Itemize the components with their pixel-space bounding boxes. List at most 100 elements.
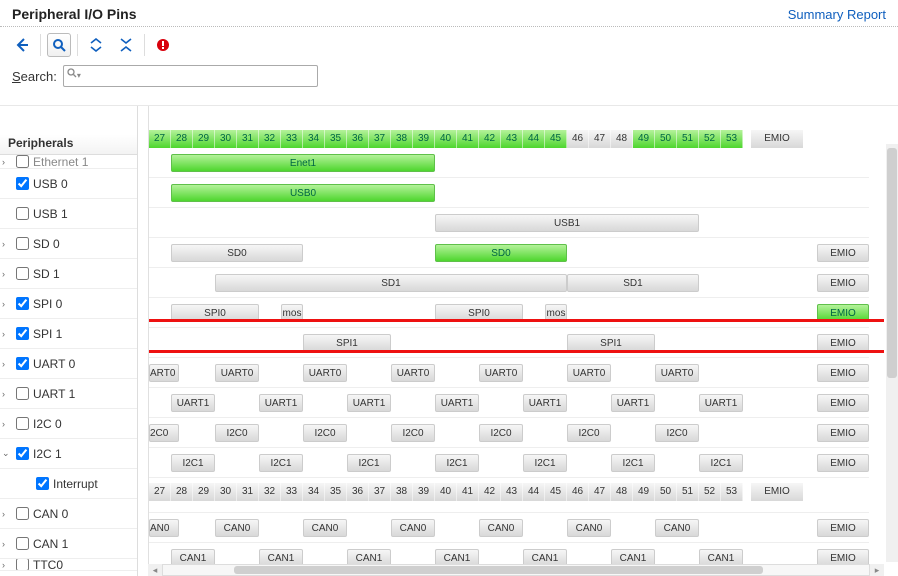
chevron-icon[interactable]: ›	[2, 269, 12, 279]
peripheral-checkbox[interactable]	[16, 177, 29, 190]
cell-uart0[interactable]: UART0	[479, 364, 523, 382]
pin-header-44[interactable]: 44	[523, 130, 545, 148]
peripheral-checkbox[interactable]	[36, 477, 49, 490]
cell-i2c1[interactable]: I2C1	[435, 454, 479, 472]
cell-emio[interactable]: EMIO	[817, 274, 869, 292]
pin-header-30[interactable]: 30	[215, 130, 237, 148]
pin-mid-30[interactable]: 30	[215, 483, 237, 501]
cell-i2c0[interactable]: I2C0	[215, 424, 259, 442]
chevron-icon[interactable]: ›	[2, 239, 12, 249]
cell-can0[interactable]: CAN0	[215, 519, 259, 537]
cell-i2c0[interactable]: I2C0	[391, 424, 435, 442]
cell-i2c1[interactable]: I2C1	[259, 454, 303, 472]
pin-mid-40[interactable]: 40	[435, 483, 457, 501]
cell-sd0[interactable]: SD0	[435, 244, 567, 262]
pin-header-51[interactable]: 51	[677, 130, 699, 148]
pin-mid-29[interactable]: 29	[193, 483, 215, 501]
cell-i2c1[interactable]: I2C1	[523, 454, 567, 472]
peripheral-checkbox[interactable]	[16, 387, 29, 400]
chevron-icon[interactable]: ›	[2, 359, 12, 369]
pin-mid-43[interactable]: 43	[501, 483, 523, 501]
pin-header-40[interactable]: 40	[435, 130, 457, 148]
pin-header-43[interactable]: 43	[501, 130, 523, 148]
pin-header-50[interactable]: 50	[655, 130, 677, 148]
pin-mid-33[interactable]: 33	[281, 483, 303, 501]
chevron-icon[interactable]: ›	[2, 560, 12, 570]
pin-header-49[interactable]: 49	[633, 130, 655, 148]
cell-uart1[interactable]: UART1	[435, 394, 479, 412]
cell-can0[interactable]: CAN0	[655, 519, 699, 537]
cell-usb0[interactable]: USB0	[171, 184, 435, 202]
chevron-icon[interactable]: ›	[2, 389, 12, 399]
cell-i2c1[interactable]: I2C1	[611, 454, 655, 472]
pin-header-31[interactable]: 31	[237, 130, 259, 148]
pin-header-28[interactable]: 28	[171, 130, 193, 148]
cell-uart0[interactable]: UART0	[567, 364, 611, 382]
pin-header-35[interactable]: 35	[325, 130, 347, 148]
cell-art0[interactable]: ART0	[149, 364, 179, 382]
sidebar-item-can-1[interactable]: ›CAN 1	[0, 529, 137, 559]
cell-spi1[interactable]: SPI1	[567, 334, 655, 352]
chevron-icon[interactable]: ›	[2, 509, 12, 519]
pin-mid-38[interactable]: 38	[391, 483, 413, 501]
pin-header-29[interactable]: 29	[193, 130, 215, 148]
collapse-all-button[interactable]	[84, 33, 108, 57]
pin-header-45[interactable]: 45	[545, 130, 567, 148]
chevron-icon[interactable]: ›	[2, 419, 12, 429]
error-icon[interactable]	[151, 33, 175, 57]
cell-uart1[interactable]: UART1	[171, 394, 215, 412]
cell-spi0[interactable]: SPI0	[435, 304, 523, 322]
pin-mid-35[interactable]: 35	[325, 483, 347, 501]
pin-mid-36[interactable]: 36	[347, 483, 369, 501]
cell-uart0[interactable]: UART0	[215, 364, 259, 382]
pin-header-37[interactable]: 37	[369, 130, 391, 148]
peripheral-checkbox[interactable]	[16, 447, 29, 460]
cell-i2c1[interactable]: I2C1	[699, 454, 743, 472]
expand-all-button[interactable]	[114, 33, 138, 57]
pin-header-47[interactable]: 47	[589, 130, 611, 148]
pin-mid-31[interactable]: 31	[237, 483, 259, 501]
cell-sd0[interactable]: SD0	[171, 244, 303, 262]
pin-header-42[interactable]: 42	[479, 130, 501, 148]
cell-emio[interactable]: EMIO	[817, 394, 869, 412]
sidebar-item-can-0[interactable]: ›CAN 0	[0, 499, 137, 529]
pin-mid-39[interactable]: 39	[413, 483, 435, 501]
sidebar-item-ttc0[interactable]: ›TTC0	[0, 559, 137, 571]
cell-can1[interactable]: CAN1	[435, 549, 479, 564]
pin-header-27[interactable]: 27	[149, 130, 171, 148]
cell-uart1[interactable]: UART1	[611, 394, 655, 412]
peripheral-checkbox[interactable]	[16, 537, 29, 550]
cell-can1[interactable]: CAN1	[523, 549, 567, 564]
cell-can1[interactable]: CAN1	[611, 549, 655, 564]
cell-emio[interactable]: EMIO	[817, 334, 869, 352]
cell-emio[interactable]: EMIO	[817, 519, 869, 537]
cell-uart1[interactable]: UART1	[259, 394, 303, 412]
pin-mid-52[interactable]: 52	[699, 483, 721, 501]
emio-header[interactable]: EMIO	[751, 130, 803, 148]
cell-uart1[interactable]: UART1	[699, 394, 743, 412]
search-icon-button[interactable]	[47, 33, 71, 57]
pin-mid-32[interactable]: 32	[259, 483, 281, 501]
cell-sd1[interactable]: SD1	[215, 274, 567, 292]
cell-uart0[interactable]: UART0	[655, 364, 699, 382]
cell-i2c1[interactable]: I2C1	[171, 454, 215, 472]
sidebar-item-spi-1[interactable]: ›SPI 1	[0, 319, 137, 349]
pin-mid-27[interactable]: 27	[149, 483, 171, 501]
sidebar-item-uart-1[interactable]: ›UART 1	[0, 379, 137, 409]
cell-can1[interactable]: CAN1	[171, 549, 215, 564]
cell-uart1[interactable]: UART1	[347, 394, 391, 412]
pin-mid-49[interactable]: 49	[633, 483, 655, 501]
back-button[interactable]	[10, 33, 34, 57]
cell-emio[interactable]: EMIO	[817, 454, 869, 472]
cell-emio[interactable]: EMIO	[817, 364, 869, 382]
cell-i2c0[interactable]: I2C0	[303, 424, 347, 442]
cell-can1[interactable]: CAN1	[347, 549, 391, 564]
sidebar-item-sd-1[interactable]: ›SD 1	[0, 259, 137, 289]
peripheral-checkbox[interactable]	[16, 237, 29, 250]
cell-uart0[interactable]: UART0	[391, 364, 435, 382]
cell-can0[interactable]: CAN0	[391, 519, 435, 537]
pin-header-52[interactable]: 52	[699, 130, 721, 148]
cell-spi0[interactable]: SPI0	[171, 304, 259, 322]
cell-uart1[interactable]: UART1	[523, 394, 567, 412]
emio-mid[interactable]: EMIO	[751, 483, 803, 501]
